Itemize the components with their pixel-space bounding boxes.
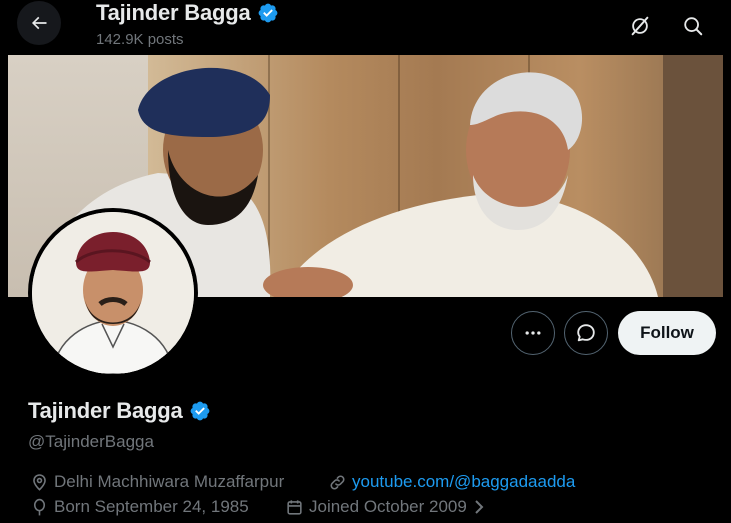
verified-badge-icon [258,3,277,23]
calendar-icon [287,499,302,515]
profile-avatar[interactable] [28,208,198,378]
birthday-item: Born September 24, 1985 [30,497,249,517]
location-icon [33,473,46,491]
follow-button[interactable]: Follow [618,311,716,355]
profile-name: Tajinder Bagga [28,398,183,423]
joined-text: Joined October 2009 [309,497,467,516]
search-icon [684,17,703,36]
profile-name-row: Tajinder Bagga [28,398,211,424]
birthday-text: Born September 24, 1985 [54,497,249,516]
more-icon [525,331,541,335]
back-button[interactable] [17,1,61,45]
link-icon [330,474,345,490]
balloon-icon [33,498,46,515]
grok-icon [631,16,649,36]
back-arrow-icon [31,16,47,30]
profile-header-bar: Tajinder Bagga 142.9K posts [0,0,731,53]
website-item: youtube.com/@baggadaadda [328,472,575,492]
post-count: 142.9K posts [96,31,184,48]
header-title: Tajinder Bagga [96,0,279,26]
location-text: Delhi Machhiwara Muzaffarpur [54,472,285,491]
location-item: Delhi Machhiwara Muzaffarpur [30,472,284,492]
message-icon [577,324,595,342]
chevron-right-icon [475,500,484,514]
joined-item[interactable]: Joined October 2009 [285,497,486,517]
message-button[interactable] [564,311,608,355]
grok-button[interactable] [622,8,658,44]
search-button[interactable] [675,8,711,44]
avatar-image [32,212,194,374]
website-link[interactable]: youtube.com/@baggadaadda [352,472,575,492]
header-name: Tajinder Bagga [96,0,251,25]
profile-handle: @TajinderBagga [28,432,154,451]
verified-badge-icon[interactable] [189,400,211,422]
more-options-button[interactable] [511,311,555,355]
